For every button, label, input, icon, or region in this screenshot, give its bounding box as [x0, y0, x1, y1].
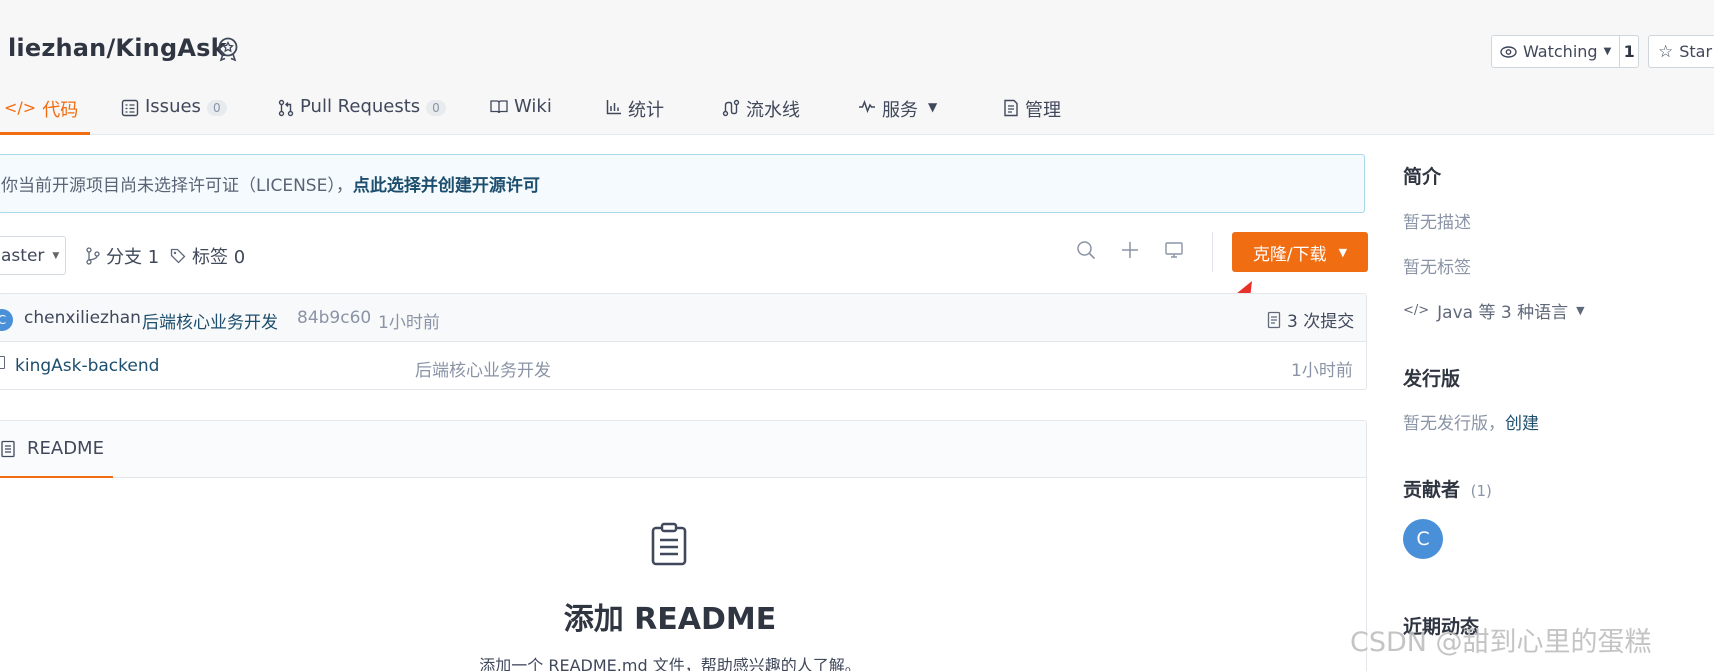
repo-tabs: </> 代码 Issues 0 Pull Requests 0 Wiki 统计 …: [0, 90, 1100, 135]
star-button[interactable]: ☆ Star: [1648, 35, 1714, 68]
readme-empty-title: 添加 README: [563, 602, 777, 637]
pipeline-icon: [722, 99, 740, 117]
clone-download-button[interactable]: 克隆/下载 ▼: [1232, 232, 1368, 272]
pull-request-icon: [278, 99, 294, 117]
tab-services[interactable]: 服务 ▼: [858, 90, 937, 135]
caret-down-icon: ▼: [928, 100, 938, 114]
add-icon[interactable]: [1120, 240, 1140, 260]
no-release-label: 暂无发行版，: [1403, 414, 1505, 434]
caret-down-icon: ▼: [1576, 304, 1585, 317]
contributors-count: (1): [1470, 482, 1492, 500]
tags-link[interactable]: 标签 0: [170, 236, 245, 275]
eye-icon: [1500, 45, 1517, 58]
watch-dropdown[interactable]: Watching ▼: [1492, 36, 1621, 67]
no-description: 暂无描述: [1403, 213, 1471, 233]
list-item[interactable]: kingAsk-backend 后端核心业务开发 1小时前: [0, 343, 1366, 390]
branch-select[interactable]: aster ▼: [0, 236, 66, 275]
avatar[interactable]: C: [0, 309, 13, 331]
star-icon: ☆: [1658, 41, 1674, 62]
commit-author[interactable]: chenxiliezhan: [24, 308, 141, 328]
search-icon[interactable]: [1076, 240, 1096, 260]
license-notice: 你当前开源项目尚未选择许可证（LICENSE）， 点此选择并创建开源许可: [0, 154, 1365, 213]
monitor-icon[interactable]: [1164, 240, 1184, 260]
create-release-link[interactable]: 创建: [1505, 414, 1539, 434]
readme-empty-subtitle: 添加一个 README.md 文件，帮助感兴趣的人了解。: [479, 656, 861, 671]
tab-stats[interactable]: 统计: [606, 90, 664, 135]
tags-count: 标签 0: [192, 246, 246, 268]
folder-icon: [0, 356, 5, 369]
book-icon: [490, 100, 508, 114]
branch-selected: aster: [1, 245, 45, 266]
bar-chart-icon: [606, 100, 621, 115]
tab-label: 代码: [42, 100, 79, 121]
branch-icon: [86, 246, 100, 265]
recommend-badge-icon[interactable]: [215, 36, 241, 62]
commit-count-link[interactable]: 3 次提交: [1267, 307, 1354, 332]
commit-time: 1小时前: [378, 313, 440, 333]
file-commit-time: 1小时前: [1291, 361, 1353, 381]
active-tab-indicator: [0, 132, 90, 135]
watch-count[interactable]: 1: [1620, 36, 1638, 67]
branches-link[interactable]: 分支 1: [86, 236, 159, 275]
code-icon: </>: [1403, 303, 1430, 318]
create-license-link[interactable]: 点此选择并创建开源许可: [353, 171, 540, 196]
readme-tab-label: README: [27, 438, 104, 459]
pulse-icon: [859, 99, 875, 113]
repo-header: liezhan/KingAsk Watching ▼ 1 ☆ Star </> …: [0, 0, 1714, 135]
commit-count: 3 次提交: [1287, 312, 1355, 332]
repo-tools: [1076, 240, 1184, 260]
tab-wiki[interactable]: Wiki: [490, 90, 552, 135]
readme-icon: [1, 440, 15, 457]
caret-down-icon: ▼: [1603, 46, 1612, 57]
document-icon: [651, 522, 687, 566]
issues-count-badge: 0: [206, 100, 227, 116]
tab-label: 管理: [1025, 100, 1061, 121]
tab-label: Pull Requests: [300, 96, 421, 117]
license-text: 你当前开源项目尚未选择许可证（LICENSE），: [1, 176, 353, 196]
latest-commit-row: C chenxiliezhan 后端核心业务开发 84b9c60 1小时前 3 …: [0, 294, 1366, 342]
code-icon: </>: [4, 98, 37, 117]
tab-label: Wiki: [514, 96, 552, 117]
clone-label: 克隆/下载: [1252, 244, 1327, 265]
tab-manage[interactable]: 管理: [1003, 90, 1061, 135]
languages-dropdown[interactable]: </> Java 等 3 种语言 ▼: [1403, 298, 1585, 323]
languages-label: Java 等 3 种语言: [1437, 303, 1569, 323]
tab-label: 服务: [882, 100, 918, 121]
avatar[interactable]: C: [1403, 519, 1443, 559]
commit-hash[interactable]: 84b9c60: [297, 308, 371, 328]
tab-label: 统计: [628, 100, 664, 121]
caret-down-icon: ▼: [1338, 245, 1348, 259]
manage-icon: [1004, 99, 1018, 117]
tab-readme[interactable]: README: [0, 421, 113, 478]
repo-title[interactable]: liezhan/KingAsk: [8, 34, 227, 62]
file-commit-message[interactable]: 后端核心业务开发: [415, 356, 551, 381]
tab-label: 流水线: [746, 100, 800, 121]
issues-icon: [121, 99, 139, 117]
contributors-heading: 贡献者 (1): [1403, 475, 1492, 502]
intro-heading: 简介: [1403, 166, 1442, 188]
no-tags: 暂无标签: [1403, 258, 1471, 278]
contributors-label: 贡献者: [1403, 479, 1461, 501]
csdn-watermark: CSDN @甜到心里的蛋糕: [1350, 627, 1652, 658]
watch-button[interactable]: Watching ▼ 1: [1491, 35, 1639, 68]
file-list: C chenxiliezhan 后端核心业务开发 84b9c60 1小时前 3 …: [0, 293, 1367, 390]
watch-label: Watching: [1523, 42, 1598, 61]
caret-down-icon: ▼: [52, 250, 60, 261]
readme-header: README: [0, 421, 1366, 478]
file-name[interactable]: kingAsk-backend: [15, 356, 159, 376]
commits-icon: [1267, 311, 1281, 328]
no-release-text: 暂无发行版，创建: [1403, 409, 1539, 434]
tab-pull-requests[interactable]: Pull Requests 0: [278, 90, 446, 135]
branches-count: 分支 1: [106, 246, 160, 268]
commit-message[interactable]: 后端核心业务开发: [142, 308, 278, 333]
toolbar-divider: [1212, 232, 1213, 272]
tab-code[interactable]: </> 代码: [4, 90, 78, 135]
release-heading: 发行版: [1403, 368, 1461, 390]
tab-pipeline[interactable]: 流水线: [722, 90, 800, 135]
tab-issues[interactable]: Issues 0: [121, 90, 227, 135]
tab-label: Issues: [145, 96, 201, 117]
tag-icon: [170, 248, 186, 263]
star-label: Star: [1679, 42, 1713, 61]
pr-count-badge: 0: [426, 100, 446, 116]
